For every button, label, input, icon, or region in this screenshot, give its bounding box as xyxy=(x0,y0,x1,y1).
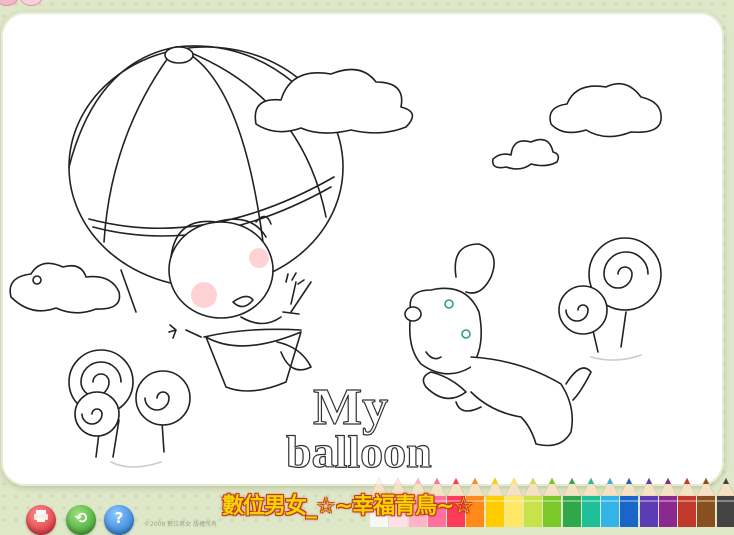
balloon-basket[interactable] xyxy=(203,328,302,392)
site-title: 數位男女_☆~幸福青鳥~☆ xyxy=(222,494,473,519)
coloring-picture[interactable]: My balloon xyxy=(1,12,724,486)
printer-icon xyxy=(33,509,49,527)
help-icon: ? xyxy=(114,509,124,527)
cloud-small[interactable] xyxy=(491,138,560,170)
reset-button[interactable]: ⟲ xyxy=(66,505,96,535)
lollipops-left[interactable] xyxy=(68,349,191,468)
lollipops-right[interactable] xyxy=(558,237,662,361)
title-line-balloon: balloon xyxy=(286,426,432,477)
print-button[interactable] xyxy=(26,505,56,535)
help-button[interactable]: ? xyxy=(104,505,134,535)
cloud-left[interactable] xyxy=(9,262,121,314)
cloud-right[interactable] xyxy=(549,82,662,138)
crayon-19[interactable] xyxy=(715,474,734,527)
puppy-character[interactable] xyxy=(404,243,592,447)
refresh-icon: ⟲ xyxy=(74,509,88,527)
coloring-canvas[interactable]: My balloon xyxy=(1,12,724,486)
decorative-orbs xyxy=(0,0,48,6)
scene-title: My balloon xyxy=(285,378,432,477)
